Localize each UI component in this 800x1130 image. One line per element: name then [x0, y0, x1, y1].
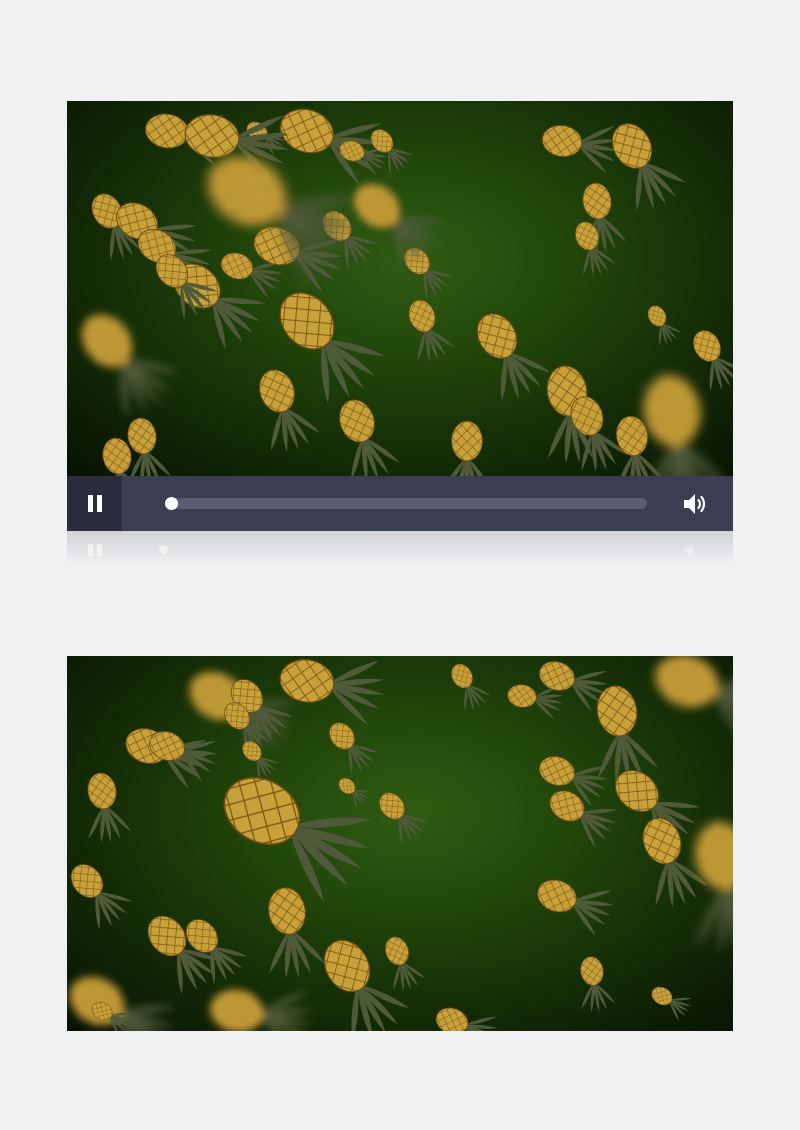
pineapple	[549, 790, 617, 848]
pineapple	[408, 299, 455, 362]
control-bar-reflection	[67, 531, 733, 571]
pineapple	[651, 986, 692, 1021]
video-preview-frame	[67, 656, 733, 1031]
progress-bar[interactable]	[165, 497, 647, 510]
pause-button[interactable]	[67, 476, 122, 531]
pineapple	[443, 420, 491, 476]
pineapple	[379, 792, 429, 845]
progress-thumb[interactable]	[165, 497, 178, 510]
pause-icon	[88, 495, 93, 512]
pineapple	[81, 314, 181, 419]
pineapple	[385, 936, 426, 992]
pineapple	[279, 659, 385, 725]
pineapple	[476, 313, 551, 401]
pineapple	[647, 305, 682, 346]
pineapple	[268, 887, 326, 979]
pineapple	[541, 125, 619, 174]
pineapple	[353, 183, 446, 270]
pineapple	[87, 772, 132, 843]
pineapple	[370, 129, 414, 176]
video-controls	[67, 476, 733, 531]
volume-icon	[684, 494, 706, 514]
pineapple	[580, 956, 616, 1013]
volume-button[interactable]	[681, 490, 709, 518]
pineapple	[654, 656, 733, 746]
pineapple	[149, 731, 219, 782]
pineapple-scene	[81, 108, 733, 476]
video-frame[interactable]	[67, 101, 733, 476]
pineapple	[223, 776, 372, 903]
pineapple	[185, 919, 248, 985]
pineapple-scene	[69, 656, 733, 1031]
pineapple	[209, 989, 315, 1031]
pineapple	[435, 1007, 498, 1031]
pineapple	[339, 399, 401, 476]
pineapple	[537, 879, 614, 936]
pineapple	[70, 864, 133, 930]
pineapple	[338, 777, 372, 809]
pineapple	[451, 663, 492, 711]
pineapple	[259, 369, 321, 453]
pineapple	[329, 722, 379, 775]
